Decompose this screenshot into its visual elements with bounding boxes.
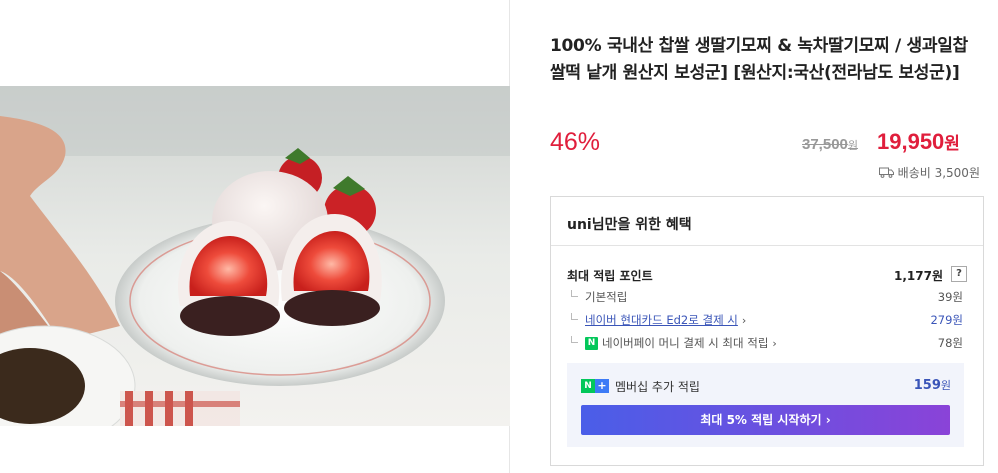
shipping-label: 배송비 3,500원	[897, 166, 980, 180]
product-title: 100% 국내산 찹쌀 생딸기모찌 & 녹차딸기모찌 / 생과일찹쌀떡 낱개 원…	[550, 36, 968, 83]
chevron-right-icon: ›	[825, 413, 831, 427]
membership-row: N + 멤버십 추가 적립 159원	[581, 377, 951, 395]
original-price-value: 37,500	[802, 136, 848, 153]
points-row-label[interactable]: 네이버페이 머니 결제 시 최대 적립	[602, 335, 768, 351]
points-row-label[interactable]: 네이버 현대카드 Ed2로 결제 시	[585, 312, 738, 328]
membership-label: 멤버십 추가 적립	[615, 379, 700, 394]
product-detail-page: 100% 국내산 찹쌀 생딸기모찌 & 녹차딸기모찌 / 생과일찹쌀떡 낱개 원…	[0, 0, 998, 473]
help-icon[interactable]: ?	[951, 266, 967, 282]
benefits-header: uni님만을 위한 혜택	[551, 197, 983, 246]
naver-plus-icon: N +	[581, 379, 609, 393]
max-points-row: 최대 적립 포인트 1,177원 ?	[567, 266, 967, 285]
start-membership-button[interactable]: 최대 5% 적립 시작하기 ›	[581, 405, 950, 435]
shipping-fee: 배송비 3,500원	[878, 164, 980, 181]
membership-value-unit: 원	[940, 379, 951, 392]
benefits-box: uni님만을 위한 혜택 최대 적립 포인트 1,177원 ? 기본적립 39원…	[550, 196, 984, 466]
discount-rate: 46%	[550, 128, 601, 156]
max-points-value: 1,177원	[894, 269, 943, 283]
sale-price: 19,950원	[877, 129, 960, 155]
strawberry-mochi-image	[0, 86, 510, 426]
naver-pay-icon: N	[585, 336, 598, 350]
sale-price-unit: 원	[944, 134, 960, 153]
sale-price-value: 19,950	[877, 129, 945, 154]
points-row-card[interactable]: 네이버 현대카드 Ed2로 결제 시 › 279원	[567, 312, 967, 328]
truck-icon	[878, 167, 894, 178]
chevron-right-icon: ›	[772, 336, 777, 350]
points-row-basic: 기본적립 39원	[567, 289, 967, 305]
product-photo[interactable]	[0, 86, 510, 426]
membership-value: 159원	[914, 377, 951, 393]
points-row-label: 기본적립	[585, 290, 628, 304]
naver-plus-plus: +	[595, 379, 609, 393]
membership-section: N + 멤버십 추가 적립 159원 최대 5% 적립 시작하기 ›	[567, 363, 964, 447]
branch-line	[571, 336, 578, 343]
branch-line	[571, 313, 578, 320]
membership-value-number: 159	[913, 378, 941, 393]
original-price-unit: 원	[847, 140, 859, 152]
naver-plus-n: N	[581, 379, 595, 393]
branch-line	[571, 290, 578, 297]
original-price: 37,500원	[802, 136, 858, 153]
points-row-value: 279원	[930, 313, 963, 327]
points-row-value: 39원	[937, 290, 963, 304]
chevron-right-icon: ›	[741, 313, 747, 327]
product-image-panel	[0, 0, 510, 473]
max-points-label: 최대 적립 포인트	[567, 269, 653, 283]
points-row-npay[interactable]: N 네이버페이 머니 결제 시 최대 적립 › 78원	[567, 335, 967, 351]
start-membership-label: 최대 5% 적립 시작하기	[700, 413, 822, 427]
points-row-value: 78원	[937, 336, 963, 350]
product-info-panel: 100% 국내산 찹쌀 생딸기모찌 & 녹차딸기모찌 / 생과일찹쌀떡 낱개 원…	[510, 0, 998, 473]
